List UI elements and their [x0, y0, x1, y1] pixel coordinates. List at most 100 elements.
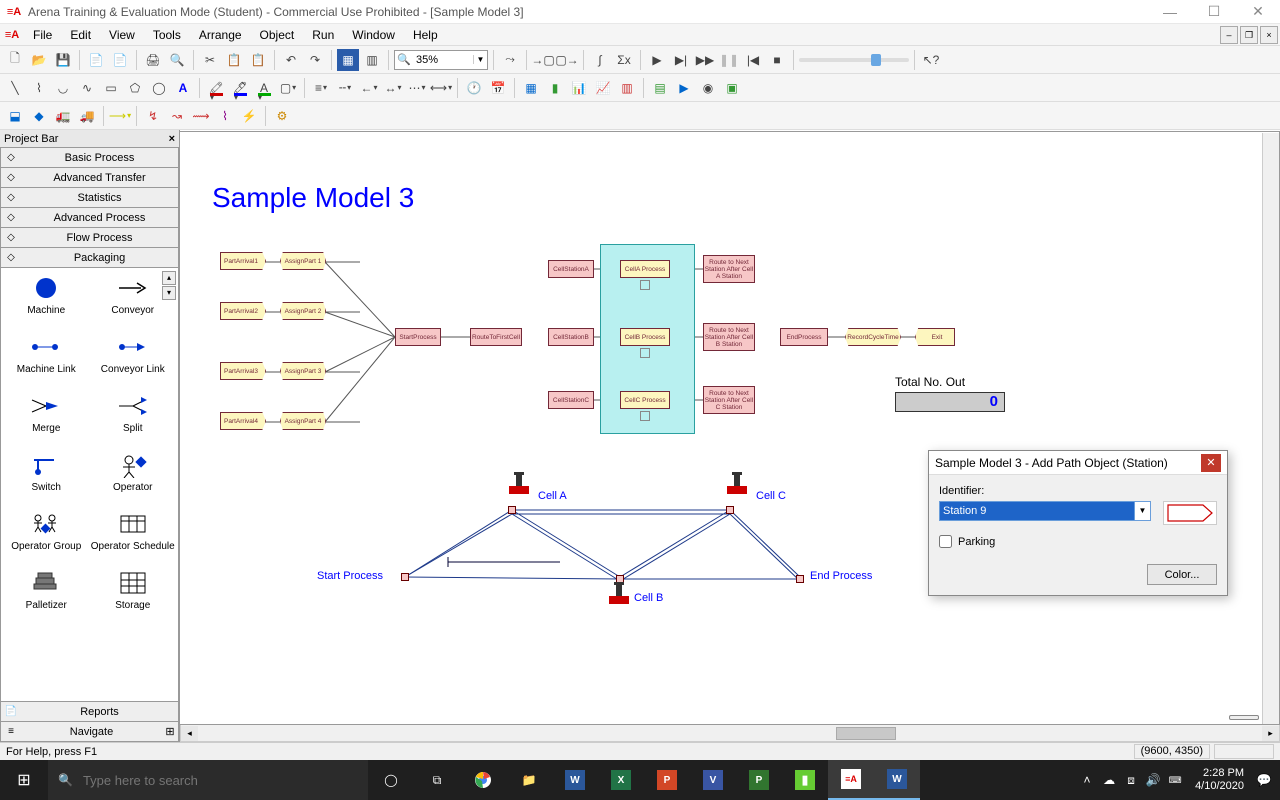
h-spacing-icon[interactable]: ⟷ [430, 77, 452, 99]
color-button[interactable]: Color... [1147, 564, 1217, 585]
panel-flow-process[interactable]: ◇Flow Process [0, 228, 179, 248]
panel-advanced-transfer[interactable]: ◇Advanced Transfer [0, 168, 179, 188]
net-node-cell-c[interactable] [726, 506, 734, 514]
block-part-arrival-2[interactable]: PartArrival2 [220, 302, 266, 320]
animate-queue-icon[interactable]: ▤ [649, 77, 671, 99]
expression-icon[interactable]: ∫ [589, 49, 611, 71]
seize-area-icon[interactable]: ⚙ [271, 105, 293, 127]
module-operator-group[interactable]: Operator Group [3, 510, 90, 565]
visio-icon[interactable]: V [690, 760, 736, 800]
dropbox-icon[interactable]: ⧈ [1121, 760, 1141, 800]
speed-slider-thumb[interactable] [871, 54, 881, 66]
speed-slider[interactable] [799, 58, 909, 62]
split-handle[interactable] [1229, 715, 1259, 720]
task-view-icon[interactable]: ⧉ [414, 760, 460, 800]
polygon-tool-icon[interactable]: ⬠ [124, 77, 146, 99]
arc-tool-icon[interactable]: ◡ [52, 77, 74, 99]
ellipse-tool-icon[interactable]: ◯ [148, 77, 170, 99]
project-bar-close-icon[interactable]: × [169, 133, 175, 145]
menu-view[interactable]: View [100, 24, 144, 46]
text-tool-icon[interactable]: A [172, 77, 194, 99]
run-play-icon[interactable]: ▶ [646, 49, 668, 71]
menu-object[interactable]: Object [251, 24, 304, 46]
block-part-arrival-1[interactable]: PartArrival1 [220, 252, 266, 270]
line-tool-icon[interactable]: ╲ [4, 77, 26, 99]
hscroll-thumb[interactable] [836, 727, 896, 740]
word2-taskbar-icon[interactable]: W [874, 760, 920, 800]
bg-color-icon[interactable]: ▢ [277, 77, 299, 99]
bezier-tool-icon[interactable]: ∿ [76, 77, 98, 99]
run-start-icon[interactable]: |◀ [742, 49, 764, 71]
tray-up-icon[interactable]: ˄ [1077, 760, 1097, 800]
plot-icon[interactable]: 📈 [592, 77, 614, 99]
rect-tool-icon[interactable]: ▭ [100, 77, 122, 99]
line-width-icon[interactable]: ≡ [310, 77, 332, 99]
taskbar-search[interactable]: 🔍 [48, 760, 368, 800]
menu-run[interactable]: Run [303, 24, 343, 46]
module-machine-link[interactable]: Machine Link [3, 333, 90, 388]
cut-icon[interactable]: ✂ [199, 49, 221, 71]
whats-this-icon[interactable]: ↖? [920, 49, 942, 71]
block-part-arrival-3[interactable]: PartArrival3 [220, 362, 266, 380]
run-stop-icon[interactable]: ■ [766, 49, 788, 71]
run-step-icon[interactable]: ▶| [670, 49, 692, 71]
transporter-icon[interactable]: 🚛 [52, 105, 74, 127]
menu-help[interactable]: Help [404, 24, 447, 46]
run-fastforward-icon[interactable]: ▶▶ [694, 49, 716, 71]
block-end-process[interactable]: EndProcess [780, 328, 828, 346]
animate-global-icon[interactable]: ◉ [697, 77, 719, 99]
polyline-tool-icon[interactable]: ⌇ [28, 77, 50, 99]
submodel-in-icon[interactable]: →▢ [532, 49, 554, 71]
print-preview-icon[interactable]: 🔍 [166, 49, 188, 71]
action-center-icon[interactable]: 💬 [1254, 760, 1274, 800]
block-record-cycle-time[interactable]: RecordCycleTime [845, 328, 901, 346]
vertical-scrollbar[interactable] [1262, 133, 1279, 724]
block-cell-station-a[interactable]: CellStationA [548, 260, 594, 278]
chart-bar-icon[interactable]: ▥ [616, 77, 638, 99]
maximize-button[interactable]: ☐ [1192, 0, 1236, 24]
dialog-close-button[interactable]: ✕ [1201, 454, 1221, 472]
excel-icon[interactable]: X [598, 760, 644, 800]
word-icon[interactable]: W [552, 760, 598, 800]
animate-resource-icon[interactable]: ▶ [673, 77, 695, 99]
sum-icon[interactable]: Σx [613, 49, 635, 71]
date-icon[interactable]: 📅 [487, 77, 509, 99]
arrow-style-icon[interactable]: ↔ [382, 77, 404, 99]
block-route-first[interactable]: RouteToFirstCell [470, 328, 522, 346]
block-cell-station-b[interactable]: CellStationB [548, 328, 594, 346]
menu-arrange[interactable]: Arrange [190, 24, 251, 46]
menu-file[interactable]: File [24, 24, 61, 46]
chrome-icon[interactable] [460, 760, 506, 800]
block-cell-a-process[interactable]: CellA Process [620, 260, 670, 278]
route-icon[interactable]: ⟶ [109, 105, 131, 127]
line-pattern-icon[interactable]: ⋯ [406, 77, 428, 99]
variable-icon[interactable]: ▦ [520, 77, 542, 99]
parking-checkbox-row[interactable]: Parking [939, 535, 1217, 548]
print-icon[interactable]: 🖨 [142, 49, 164, 71]
text-color-icon[interactable]: A [253, 77, 275, 99]
file-explorer-icon[interactable]: 📁 [506, 760, 552, 800]
histogram-icon[interactable]: 📊 [568, 77, 590, 99]
horizontal-scrollbar[interactable]: ◂ ▸ [180, 725, 1280, 742]
block-cell-station-c[interactable]: CellStationC [548, 391, 594, 409]
animate-station-icon[interactable]: ▣ [721, 77, 743, 99]
block-assign-part-3[interactable]: AssignPart 3 [280, 362, 326, 380]
intersection-icon[interactable]: ◆ [28, 105, 50, 127]
taskbar-clock[interactable]: 2:28 PM 4/10/2020 [1187, 767, 1252, 793]
block-route-after-b[interactable]: Route to Next Station After Cell B Stati… [703, 323, 755, 351]
block-route-after-c[interactable]: Route to Next Station After Cell C Stati… [703, 386, 755, 414]
module-palletizer[interactable]: Palletizer [3, 569, 90, 624]
arrow-left-icon[interactable]: ← [358, 77, 380, 99]
palette-scroll-down-icon[interactable]: ▾ [162, 286, 176, 300]
module-machine[interactable]: Machine [3, 274, 90, 329]
connect-icon[interactable]: ⤳ [499, 49, 521, 71]
identifier-dropdown-icon[interactable]: ▼ [1134, 502, 1150, 520]
module-switch[interactable]: Switch [3, 451, 90, 506]
hscroll-right-icon[interactable]: ▸ [1262, 726, 1279, 741]
arena-taskbar-icon[interactable]: ≡A [828, 760, 874, 800]
identifier-combo[interactable]: ▼ [939, 501, 1151, 521]
block-route-after-a[interactable]: Route to Next Station After Cell A Stati… [703, 255, 755, 283]
close-button[interactable]: ✕ [1236, 0, 1280, 24]
line-color-icon[interactable]: 🖊 [229, 77, 251, 99]
module-split[interactable]: Split [90, 392, 177, 447]
